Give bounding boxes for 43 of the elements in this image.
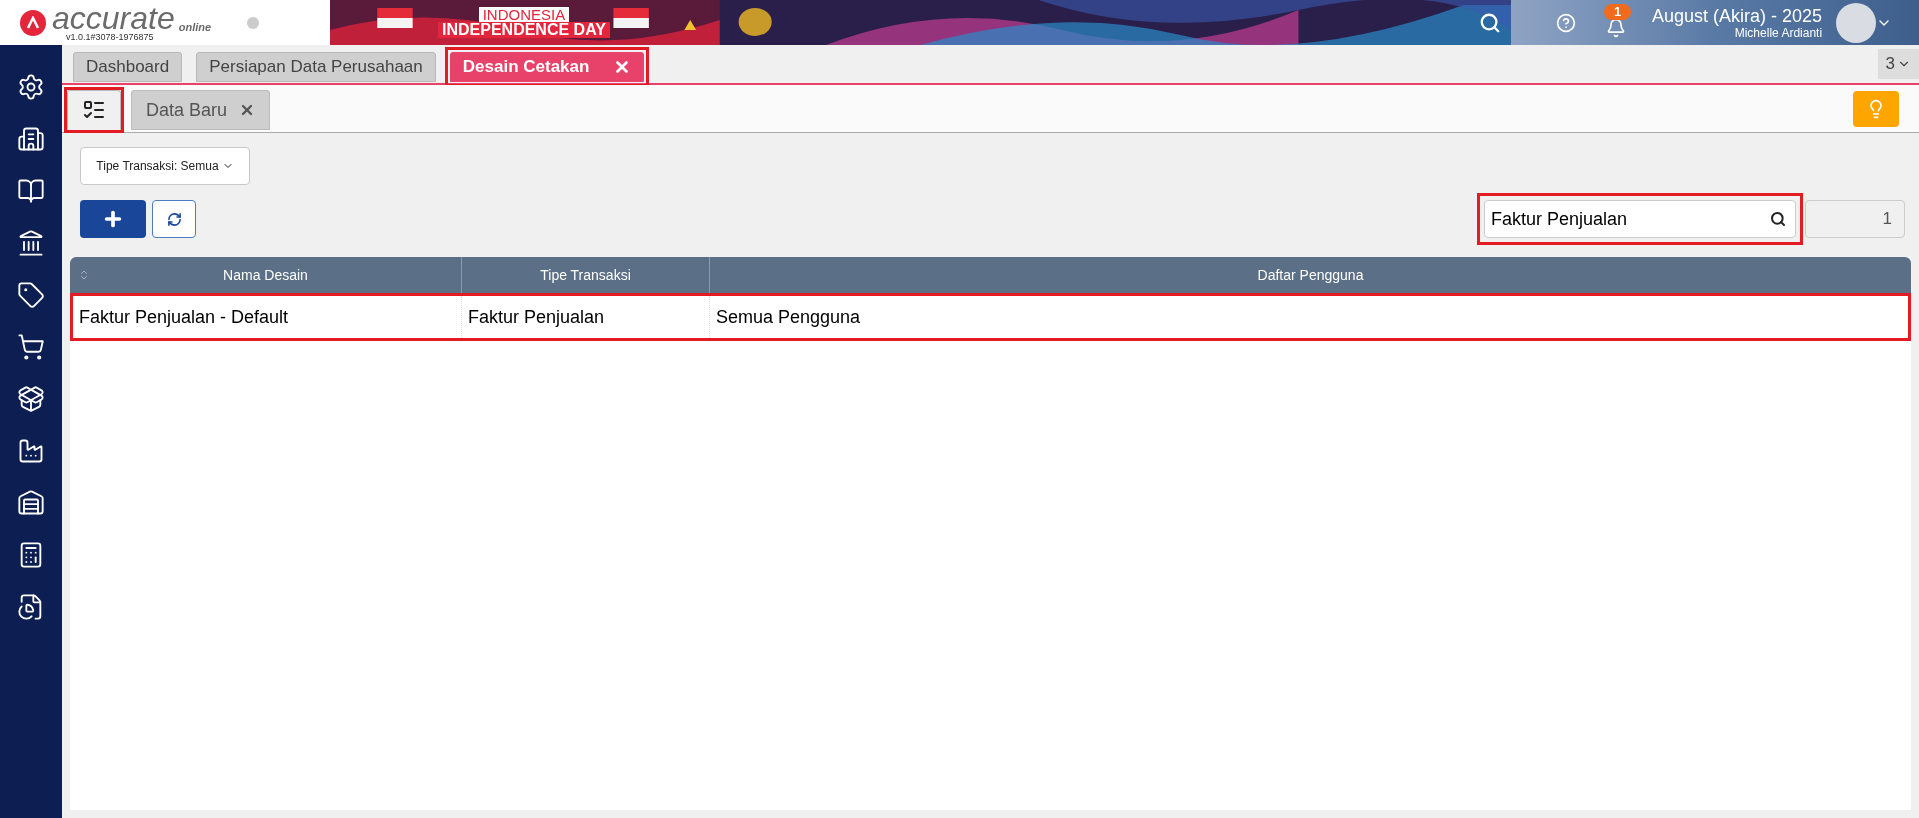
version-text: v1.0.1#3078-1976875 [66,33,155,42]
tab[interactable]: Data Baru [131,90,271,130]
plus-icon [102,208,124,230]
refresh-button[interactable] [152,200,196,238]
notification-badge: 1 [1604,3,1632,20]
logo-text: accurate [52,3,175,33]
period-text: August (Akira) - 2025 [1652,5,1823,26]
tab[interactable]: Dashboard [73,52,183,82]
refresh-icon [166,211,182,227]
logo-subtitle: online [178,22,212,33]
table-cell-text: Faktur Penjualan [468,305,605,329]
logo-icon [20,9,46,36]
add-button[interactable] [80,200,146,238]
notification-button[interactable] [1606,17,1626,38]
column-header[interactable]: Daftar Pengguna [1257,264,1364,286]
price-tag-icon[interactable] [17,281,45,309]
record-count-field: 1 [1805,200,1905,238]
settings-icon[interactable] [17,73,45,101]
sort-icon[interactable] [78,269,90,281]
search-icon [1770,211,1786,227]
banner-title: INDONESIA [478,7,570,22]
tab[interactable]: Persiapan Data Perusahaan [196,52,436,82]
table-cell-text: Faktur Penjualan - Default [79,305,289,329]
package-icon[interactable] [17,385,45,413]
banner-subtitle: INDEPENDENCE DAY [438,22,610,38]
user-name: Michelle Ardianti [1734,25,1823,40]
cart-icon[interactable] [17,333,45,361]
book-icon[interactable] [17,177,45,205]
search-button[interactable] [1479,11,1501,34]
tab-count-dropdown[interactable]: 3 [1877,49,1919,79]
table-cell-text: Semua Pengguna [716,305,861,329]
bank-icon[interactable] [17,229,45,257]
tab[interactable]: Desain Cetakan [449,52,645,82]
table-row[interactable]: Faktur Penjualan - Default Faktur Penjualan Semua Pengguna [70,293,1911,341]
factory-icon[interactable] [17,437,45,465]
help-button[interactable] [1556,12,1576,33]
warehouse-icon[interactable] [17,489,45,517]
column-header[interactable]: Tipe Transaksi [540,264,631,286]
column-header[interactable]: Nama Desain [223,264,308,286]
filter-dropdown[interactable]: Tipe Transaksi: Semua [80,147,250,185]
avatar[interactable] [1836,2,1877,43]
search-field[interactable]: Faktur Penjualan [1484,200,1796,238]
building-icon[interactable] [17,125,45,153]
